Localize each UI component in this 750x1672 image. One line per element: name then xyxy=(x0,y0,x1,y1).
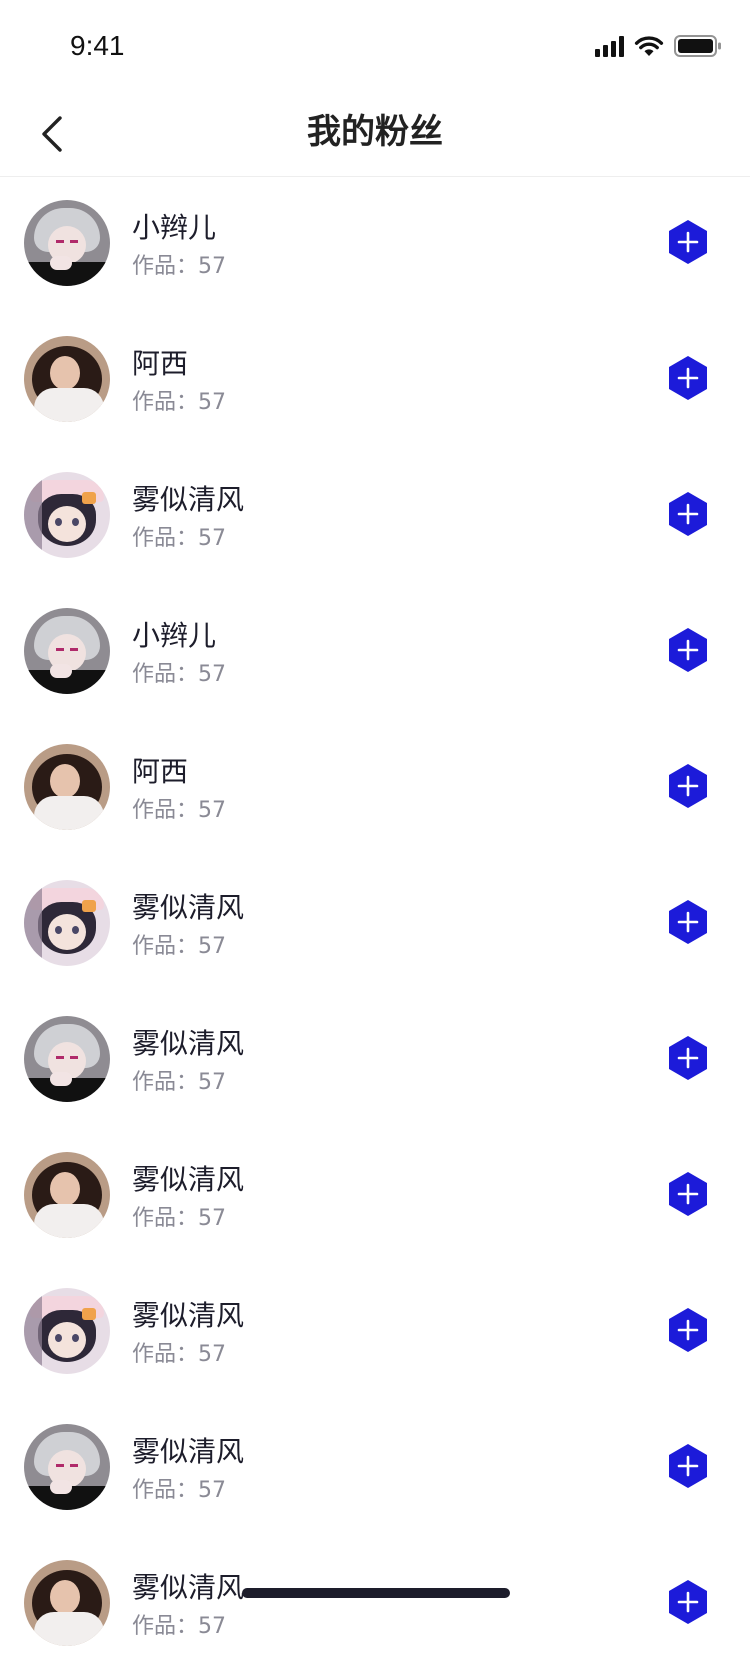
plus-hexagon-icon xyxy=(669,1172,707,1216)
works-value: 57 xyxy=(198,1614,227,1639)
fan-name: 雾似清风 xyxy=(132,1163,245,1196)
works-label: 作品： xyxy=(132,1206,199,1231)
avatar-silver-hair-boy[interactable] xyxy=(24,1016,110,1102)
works-value: 57 xyxy=(198,798,227,823)
battery-icon xyxy=(674,34,722,58)
works-value: 57 xyxy=(198,934,227,959)
fan-works-count: 作品：57 xyxy=(132,792,226,824)
page-title: 我的粉丝 xyxy=(307,112,443,152)
follow-button[interactable] xyxy=(664,898,712,946)
plus-hexagon-icon xyxy=(669,628,707,672)
plus-hexagon-icon xyxy=(669,220,707,264)
works-value: 57 xyxy=(198,390,227,415)
avatar-curly-hair-girl[interactable] xyxy=(24,336,110,422)
fan-name: 小辫儿 xyxy=(132,619,217,652)
avatar-curly-hair-girl[interactable] xyxy=(24,1560,110,1646)
fan-works-count: 作品：57 xyxy=(132,384,226,416)
avatar-silver-hair-boy[interactable] xyxy=(24,608,110,694)
works-value: 57 xyxy=(198,254,227,279)
fan-list-item[interactable]: 雾似清风 作品：57 xyxy=(0,1400,750,1536)
fan-works-count: 作品：57 xyxy=(132,520,226,552)
fan-works-count: 作品：57 xyxy=(132,656,226,688)
avatar-silver-hair-boy[interactable] xyxy=(24,200,110,286)
fan-works-count: 作品：57 xyxy=(132,928,226,960)
fan-list-item[interactable]: 阿西 作品：57 xyxy=(0,720,750,856)
follow-button[interactable] xyxy=(664,1306,712,1354)
works-value: 57 xyxy=(198,526,227,551)
follow-button[interactable] xyxy=(664,1578,712,1626)
follow-button[interactable] xyxy=(664,762,712,810)
fan-works-count: 作品：57 xyxy=(132,1472,226,1504)
plus-hexagon-icon xyxy=(669,764,707,808)
fan-works-count: 作品：57 xyxy=(132,248,226,280)
fan-list-item[interactable]: 小辫儿 作品：57 xyxy=(0,584,750,720)
works-label: 作品： xyxy=(132,254,199,279)
fan-list-item[interactable]: 雾似清风 作品：57 xyxy=(0,1536,750,1672)
plus-hexagon-icon xyxy=(669,1580,707,1624)
avatar-anime-girl[interactable] xyxy=(24,1288,110,1374)
fan-list-item[interactable]: 雾似清风 作品：57 xyxy=(0,448,750,584)
fan-name: 雾似清风 xyxy=(132,891,245,924)
follow-button[interactable] xyxy=(664,626,712,674)
plus-hexagon-icon xyxy=(669,1036,707,1080)
navigation-bar: 我的粉丝 xyxy=(0,88,750,177)
fan-name: 雾似清风 xyxy=(132,483,245,516)
fan-works-count: 作品：57 xyxy=(132,1336,226,1368)
fan-list: 小辫儿 作品：57 阿西 作品：57 雾似清风 作品：57 小辫儿 作品：57 … xyxy=(0,176,750,1672)
avatar-curly-hair-girl[interactable] xyxy=(24,1152,110,1238)
follow-button[interactable] xyxy=(664,1442,712,1490)
fan-list-item[interactable]: 雾似清风 作品：57 xyxy=(0,1128,750,1264)
works-label: 作品： xyxy=(132,1478,199,1503)
works-value: 57 xyxy=(198,662,227,687)
follow-button[interactable] xyxy=(664,354,712,402)
fan-list-item[interactable]: 阿西 作品：57 xyxy=(0,312,750,448)
status-time: 9:41 xyxy=(70,30,125,61)
works-value: 57 xyxy=(198,1206,227,1231)
avatar-silver-hair-boy[interactable] xyxy=(24,1424,110,1510)
plus-hexagon-icon xyxy=(669,1308,707,1352)
fan-works-count: 作品：57 xyxy=(132,1064,226,1096)
avatar-anime-girl[interactable] xyxy=(24,880,110,966)
follow-button[interactable] xyxy=(664,490,712,538)
follow-button[interactable] xyxy=(664,1034,712,1082)
follow-button[interactable] xyxy=(664,218,712,266)
fan-works-count: 作品：57 xyxy=(132,1608,226,1640)
fan-list-item[interactable]: 雾似清风 作品：57 xyxy=(0,992,750,1128)
fan-works-count: 作品：57 xyxy=(132,1200,226,1232)
follow-button[interactable] xyxy=(664,1170,712,1218)
works-label: 作品： xyxy=(132,798,199,823)
fan-name: 阿西 xyxy=(132,347,189,380)
avatar-anime-girl[interactable] xyxy=(24,472,110,558)
works-label: 作品： xyxy=(132,1070,199,1095)
works-label: 作品： xyxy=(132,526,199,551)
works-label: 作品： xyxy=(132,1342,199,1367)
works-label: 作品： xyxy=(132,390,199,415)
works-value: 57 xyxy=(198,1478,227,1503)
fan-name: 雾似清风 xyxy=(132,1435,245,1468)
fan-list-item[interactable]: 小辫儿 作品：57 xyxy=(0,176,750,312)
cellular-signal-icon xyxy=(595,35,624,57)
works-value: 57 xyxy=(198,1070,227,1095)
fan-name: 雾似清风 xyxy=(132,1299,245,1332)
fan-list-item[interactable]: 雾似清风 作品：57 xyxy=(0,1264,750,1400)
works-label: 作品： xyxy=(132,934,199,959)
fan-name: 小辫儿 xyxy=(132,211,217,244)
avatar-curly-hair-girl[interactable] xyxy=(24,744,110,830)
status-icons xyxy=(595,32,722,60)
works-value: 57 xyxy=(198,1342,227,1367)
works-label: 作品： xyxy=(132,1614,199,1639)
plus-hexagon-icon xyxy=(669,492,707,536)
works-label: 作品： xyxy=(132,662,199,687)
status-bar: 9:41 xyxy=(0,0,750,88)
fan-name: 雾似清风 xyxy=(132,1571,245,1604)
wifi-icon xyxy=(634,35,664,57)
fan-list-item[interactable]: 雾似清风 作品：57 xyxy=(0,856,750,992)
home-indicator xyxy=(242,1588,510,1598)
fan-name: 雾似清风 xyxy=(132,1027,245,1060)
fan-name: 阿西 xyxy=(132,755,189,788)
plus-hexagon-icon xyxy=(669,900,707,944)
plus-hexagon-icon xyxy=(669,356,707,400)
plus-hexagon-icon xyxy=(669,1444,707,1488)
